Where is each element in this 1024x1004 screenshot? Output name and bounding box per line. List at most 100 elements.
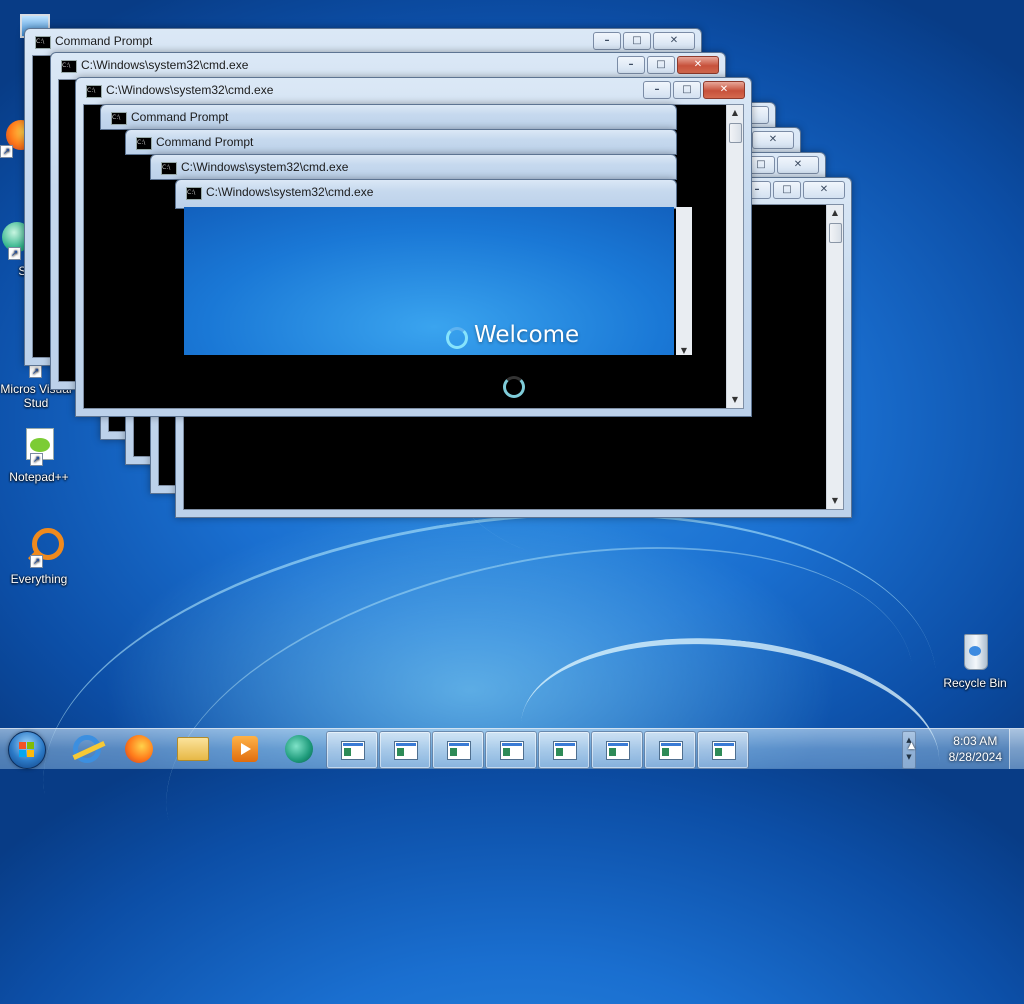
desktop-icon-notepadpp[interactable]: ↗ Notepad++ [2, 424, 76, 484]
scroll-thumb[interactable] [829, 223, 842, 243]
close-button[interactable]: ✕ [752, 131, 794, 149]
vertical-scrollbar[interactable]: ▲ ▼ [726, 105, 743, 408]
window-thumbnail-icon [553, 741, 577, 760]
everything-icon: ↗ [18, 526, 64, 568]
maximize-icon: □ [656, 59, 666, 70]
minimize-icon: – [654, 84, 660, 95]
scroll-down-icon[interactable]: ▼ [727, 392, 743, 408]
title-bar[interactable]: C:\ C:\Windows\system32\cmd.exe – □ ✕ [57, 53, 719, 79]
minimize-button[interactable]: – [593, 32, 621, 50]
shortcut-arrow-icon: ↗ [29, 365, 42, 378]
console-icon: C:\ [186, 187, 202, 200]
desktop-icon-everything[interactable]: ↗ Everything [2, 526, 76, 586]
console-icon: C:\ [111, 112, 127, 125]
ghost-window-title-bar: C:\ C:\Windows\system32\cmd.exe [150, 154, 677, 180]
desktop-icon-label: Everything [10, 572, 68, 586]
notepadpp-icon: ↗ [18, 424, 60, 466]
shortcut-arrow-icon: ↗ [30, 555, 43, 568]
shortcut-arrow-icon: ↗ [0, 145, 13, 158]
title-bar[interactable]: C:\ C:\Windows\system32\cmd.exe – □ ✕ [82, 78, 745, 104]
welcome-screen-fragment: Welcome [184, 207, 674, 355]
show-hidden-icons-icon[interactable]: ▲ [908, 741, 915, 751]
loading-spinner-icon [503, 376, 525, 398]
window-title: C:\Windows\system32\cmd.exe [106, 83, 274, 97]
console-icon: C:\ [35, 36, 51, 49]
window-title: C:\Windows\system32\cmd.exe [206, 185, 374, 199]
maximize-icon: □ [682, 84, 692, 95]
close-icon: ✕ [793, 159, 803, 170]
taskbar-pin-app[interactable] [274, 732, 324, 766]
close-icon: ✕ [693, 59, 703, 70]
window-title: C:\Windows\system32\cmd.exe [81, 58, 249, 72]
start-button[interactable] [8, 731, 46, 769]
window-title: C:\Windows\system32\cmd.exe [181, 160, 349, 174]
maximize-icon: □ [782, 184, 792, 195]
window-title: Command Prompt [156, 135, 254, 149]
window-thumbnail-icon [500, 741, 524, 760]
close-button[interactable]: ✕ [803, 181, 845, 199]
vertical-scrollbar[interactable]: ▲ ▼ [826, 205, 843, 509]
window-thumbnail-icon [341, 741, 365, 760]
close-button[interactable]: ✕ [777, 156, 819, 174]
taskbar: ▲ ▼ ▲ 8:03 AM 8/28/2024 [0, 728, 1024, 769]
minimize-button[interactable]: – [617, 56, 645, 74]
console-icon: C:\ [61, 60, 77, 73]
console-icon: C:\ [161, 162, 177, 175]
close-icon: ✕ [719, 84, 729, 95]
recycle-bin-icon [954, 630, 996, 672]
taskbar-window-button[interactable] [538, 731, 590, 769]
firefox-icon [125, 735, 153, 763]
internet-explorer-icon [72, 735, 106, 763]
taskbar-window-button[interactable] [591, 731, 643, 769]
window-thumbnail-icon [659, 741, 683, 760]
close-button[interactable]: ✕ [677, 56, 719, 74]
close-icon: ✕ [669, 35, 679, 46]
window-thumbnail-icon [712, 741, 736, 760]
taskbar-window-button[interactable] [326, 731, 378, 769]
close-button[interactable]: ✕ [653, 32, 695, 50]
taskbar-window-button[interactable] [432, 731, 484, 769]
taskbar-pin-firefox[interactable] [114, 732, 164, 766]
maximize-button[interactable]: □ [673, 81, 701, 99]
window-thumbnail-icon [606, 741, 630, 760]
ghost-window-title-bar: C:\ C:\Windows\system32\cmd.exe [175, 179, 677, 209]
clock-date: 8/28/2024 [948, 750, 1002, 764]
taskbar-window-button[interactable] [485, 731, 537, 769]
taskbar-pin-internet-explorer[interactable] [62, 732, 112, 766]
taskbar-window-button[interactable] [697, 731, 749, 769]
taskbar-window-button[interactable] [379, 731, 431, 769]
maximize-icon: □ [632, 35, 642, 46]
close-icon: ✕ [768, 134, 778, 145]
taskbar-pin-file-explorer[interactable] [168, 732, 218, 766]
scroll-down-icon[interactable]: ▼ [676, 346, 692, 355]
close-button[interactable]: ✕ [703, 81, 745, 99]
show-desktop-button[interactable] [1009, 729, 1024, 769]
taskbar-pin-media-player[interactable] [220, 732, 270, 766]
maximize-button[interactable]: □ [773, 181, 801, 199]
ghost-window-title-bar: C:\ Command Prompt [125, 129, 677, 155]
window-thumbnail-icon [447, 741, 471, 760]
clock[interactable]: 8:03 AM 8/28/2024 [949, 733, 1002, 765]
file-explorer-icon [177, 737, 209, 761]
scroll-up-icon[interactable]: ▲ [727, 105, 743, 121]
maximize-button[interactable]: □ [647, 56, 675, 74]
app-icon [285, 735, 313, 763]
window-title: Command Prompt [131, 110, 229, 124]
loading-spinner-icon [446, 327, 468, 349]
maximize-button[interactable]: □ [623, 32, 651, 50]
desktop-icon-recycle-bin[interactable]: Recycle Bin [938, 630, 1012, 690]
scroll-down-icon[interactable]: ▼ [827, 493, 843, 509]
scroll-thumb[interactable] [729, 123, 742, 143]
windows-logo-icon [19, 742, 35, 758]
console-icon: C:\ [136, 137, 152, 150]
console-icon: C:\ [86, 85, 102, 98]
vertical-scrollbar[interactable]: ▼ [676, 207, 692, 355]
welcome-text: Welcome [474, 322, 580, 348]
minimize-button[interactable]: – [643, 81, 671, 99]
minimize-icon: – [754, 184, 760, 195]
taskbar-window-button[interactable] [644, 731, 696, 769]
window-thumbnail-icon [394, 741, 418, 760]
scroll-up-icon[interactable]: ▲ [827, 205, 843, 221]
shortcut-arrow-icon: ↗ [30, 453, 43, 466]
system-tray: ▲ 8:03 AM 8/28/2024 [904, 729, 1024, 769]
